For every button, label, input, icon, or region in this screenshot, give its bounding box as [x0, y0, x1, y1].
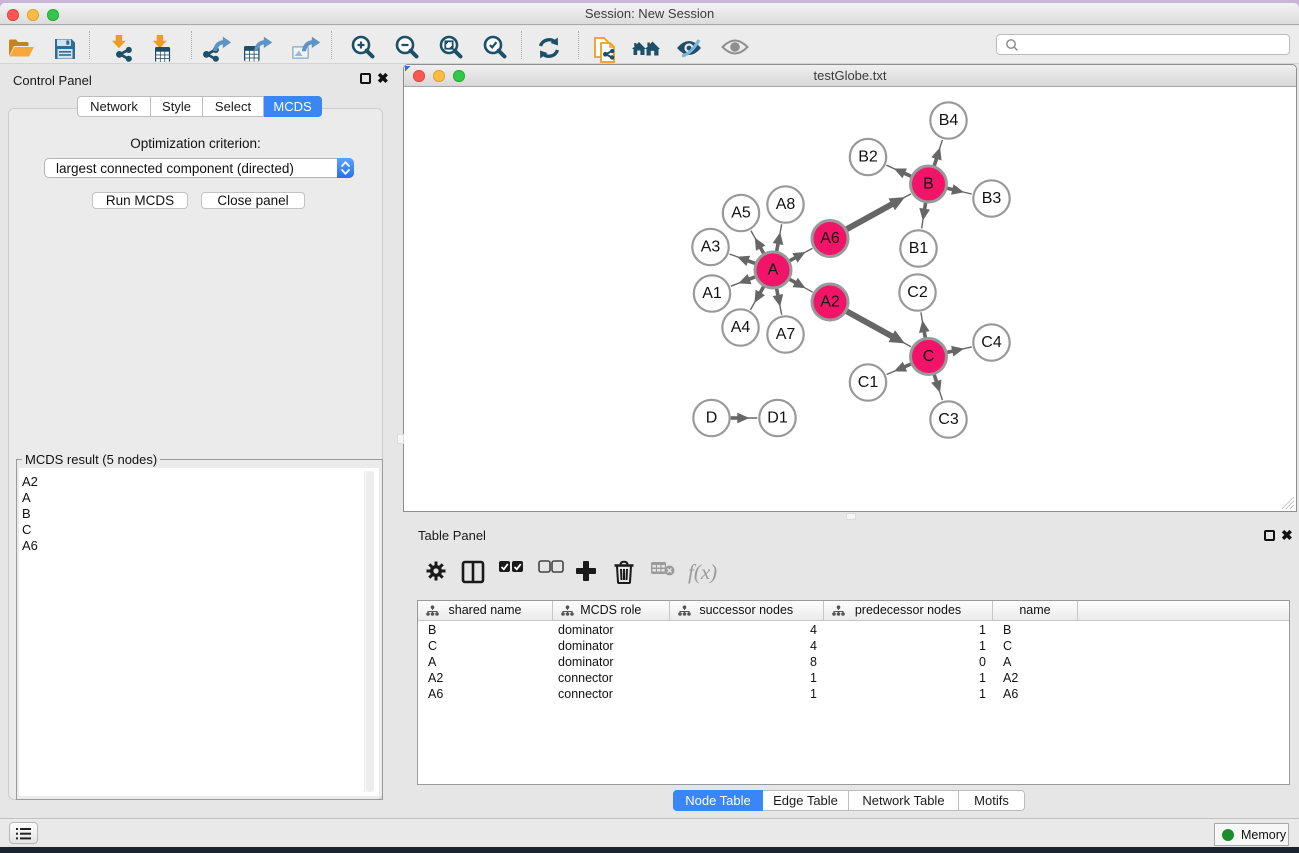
svg-text:C2: C2	[907, 284, 928, 301]
svg-text:A6: A6	[820, 230, 840, 247]
svg-text:B3: B3	[982, 190, 1002, 207]
svg-text:B: B	[923, 176, 934, 193]
svg-text:A4: A4	[731, 319, 751, 336]
svg-text:A2: A2	[820, 294, 840, 311]
svg-text:C1: C1	[858, 374, 879, 391]
svg-text:B4: B4	[939, 112, 959, 129]
svg-text:C4: C4	[981, 334, 1002, 351]
svg-text:A3: A3	[701, 239, 721, 256]
svg-text:A5: A5	[731, 205, 751, 222]
svg-text:D: D	[706, 410, 718, 427]
svg-text:A8: A8	[776, 196, 796, 213]
svg-text:C3: C3	[938, 411, 959, 428]
svg-text:A1: A1	[702, 285, 722, 302]
svg-text:A7: A7	[776, 326, 796, 343]
svg-text:C: C	[923, 348, 935, 365]
svg-text:D1: D1	[767, 410, 788, 427]
svg-text:A: A	[768, 262, 779, 279]
svg-text:B1: B1	[909, 240, 929, 257]
svg-text:B2: B2	[858, 149, 878, 166]
